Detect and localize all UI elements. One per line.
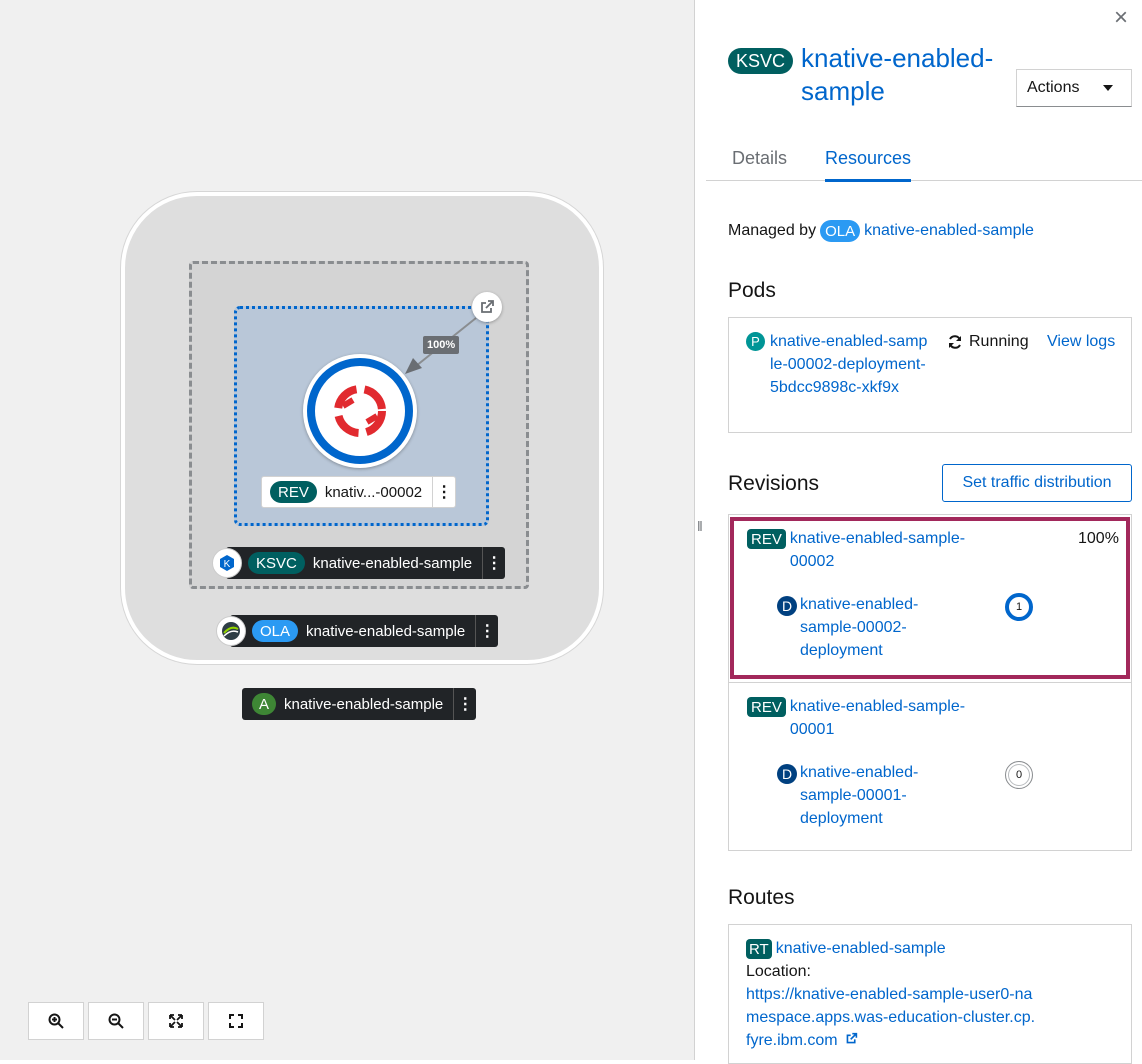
operator-icon	[216, 616, 246, 646]
pod-count-ring: 0	[1005, 761, 1033, 789]
route-badge: RT	[746, 939, 772, 959]
close-icon[interactable]: ×	[1114, 4, 1128, 32]
kebab-icon[interactable]: ⋮	[453, 688, 476, 720]
rev-badge: REV	[747, 529, 786, 549]
fit-to-screen-icon	[169, 1014, 183, 1028]
topology-canvas[interactable]: 100% REV knativ...-00002 ⋮ K KSVC knativ…	[0, 0, 695, 1060]
rev-badge: REV	[747, 697, 786, 717]
ksvc-badge: KSVC	[248, 552, 305, 574]
managed-by: Managed by OLA knative-enabled-sample	[728, 220, 1034, 242]
pod-count-ring: 1	[1005, 593, 1033, 621]
view-logs-link[interactable]: View logs	[1047, 330, 1115, 353]
tab-details[interactable]: Details	[732, 148, 787, 179]
kebab-icon[interactable]: ⋮	[432, 476, 455, 508]
zoom-toolbar	[28, 1002, 266, 1040]
zoom-out-button[interactable]	[88, 1002, 144, 1040]
revision-node-name: knativ...-00002	[324, 483, 423, 501]
traffic-connector	[405, 317, 477, 374]
divider	[729, 682, 1131, 683]
managed-by-link[interactable]: knative-enabled-sample	[864, 222, 1034, 240]
zoom-in-button[interactable]	[28, 1002, 84, 1040]
external-link-icon	[846, 1032, 858, 1044]
revisions-list: REV knative-enabled-sample-00002 100% D …	[728, 514, 1132, 851]
revision-link[interactable]: knative-enabled-sample-00001	[790, 695, 970, 741]
caret-down-icon	[1103, 85, 1113, 91]
pods-heading: Pods	[728, 279, 776, 302]
traffic-percent-label: 100%	[423, 336, 460, 354]
revision-node-label[interactable]: REV knativ...-00002 ⋮	[261, 476, 457, 508]
zoom-in-icon	[48, 1013, 64, 1029]
panel-title-name: knative-enabled-sample	[801, 43, 994, 106]
deployment-link[interactable]: knative-enabled-sample-00002-deployment	[800, 593, 935, 662]
deployment-link[interactable]: knative-enabled-sample-00001-deployment	[800, 761, 935, 830]
external-link-icon	[481, 300, 494, 313]
route-location-label: Location:	[746, 963, 811, 980]
svg-text:K: K	[224, 559, 231, 570]
revision-item-00001: REV knative-enabled-sample-00001	[747, 695, 970, 741]
drag-handle-icon[interactable]: ‖	[697, 518, 703, 534]
pod-status-text: Running	[969, 333, 1029, 350]
app-badge: A	[252, 693, 276, 715]
resource-side-panel: × KSVC knative-enabled-sample Actions De…	[706, 0, 1142, 1064]
route-link[interactable]: knative-enabled-sample	[776, 937, 946, 960]
ola-badge: OLA	[252, 620, 299, 642]
tab-resources[interactable]: Resources	[825, 148, 912, 182]
revision-link[interactable]: knative-enabled-sample-00002	[790, 527, 970, 573]
revisions-heading: Revisions	[728, 472, 820, 495]
rev-badge: REV	[270, 481, 317, 503]
route-url-container: https://knative-enabled-sample-user0-nam…	[746, 983, 1036, 1052]
ksvc-badge: KSVC	[728, 48, 794, 74]
sync-icon	[949, 334, 961, 349]
routes-heading: Routes	[728, 886, 795, 909]
ksvc-node-label[interactable]: K KSVC knative-enabled-sample ⋮	[212, 547, 506, 579]
set-traffic-distribution-button[interactable]: Set traffic distribution	[942, 464, 1132, 502]
routes-list: RT knative-enabled-sample Location: http…	[728, 924, 1132, 1064]
pod-ring-node[interactable]	[303, 354, 417, 468]
pod-badge: P	[746, 332, 765, 351]
revision-traffic: 100%	[1078, 530, 1119, 547]
tab-bar: Details Resources	[706, 136, 1142, 182]
kebab-icon[interactable]: ⋮	[482, 547, 505, 579]
deployment-badge: D	[777, 764, 797, 784]
revision-item-00002: REV knative-enabled-sample-00002	[747, 527, 970, 573]
application-node-label[interactable]: A knative-enabled-sample ⋮	[242, 688, 477, 720]
ola-node-name: knative-enabled-sample	[306, 622, 466, 640]
ola-badge: OLA	[820, 220, 861, 242]
reset-view-icon	[229, 1014, 243, 1028]
deployment-badge: D	[777, 596, 797, 616]
fit-to-screen-button[interactable]	[148, 1002, 204, 1040]
ola-node-label[interactable]: OLA knative-enabled-sample ⋮	[216, 615, 499, 647]
ksvc-node-name: knative-enabled-sample	[312, 554, 473, 572]
openshift-icon	[334, 385, 386, 437]
pod-status: Running	[947, 330, 1029, 353]
panel-title: KSVC knative-enabled-sample	[728, 42, 1011, 108]
actions-label: Actions	[1027, 79, 1080, 96]
reset-view-button[interactable]	[208, 1002, 264, 1040]
open-url-button[interactable]	[472, 292, 502, 322]
pods-list: P knative-enabled-sample-00002-deploymen…	[728, 317, 1132, 433]
zoom-out-icon	[108, 1013, 124, 1029]
knative-icon: K	[212, 548, 242, 578]
application-node-name: knative-enabled-sample	[284, 695, 444, 713]
pod-link[interactable]: knative-enabled-sample-00002-deployment-…	[770, 330, 930, 399]
route-url-link[interactable]: https://knative-enabled-sample-user0-nam…	[746, 986, 1035, 1049]
actions-dropdown[interactable]: Actions	[1016, 69, 1132, 107]
kebab-icon[interactable]: ⋮	[475, 615, 498, 647]
managed-by-prefix: Managed by	[728, 222, 817, 239]
route-item: RT knative-enabled-sample	[746, 937, 946, 960]
